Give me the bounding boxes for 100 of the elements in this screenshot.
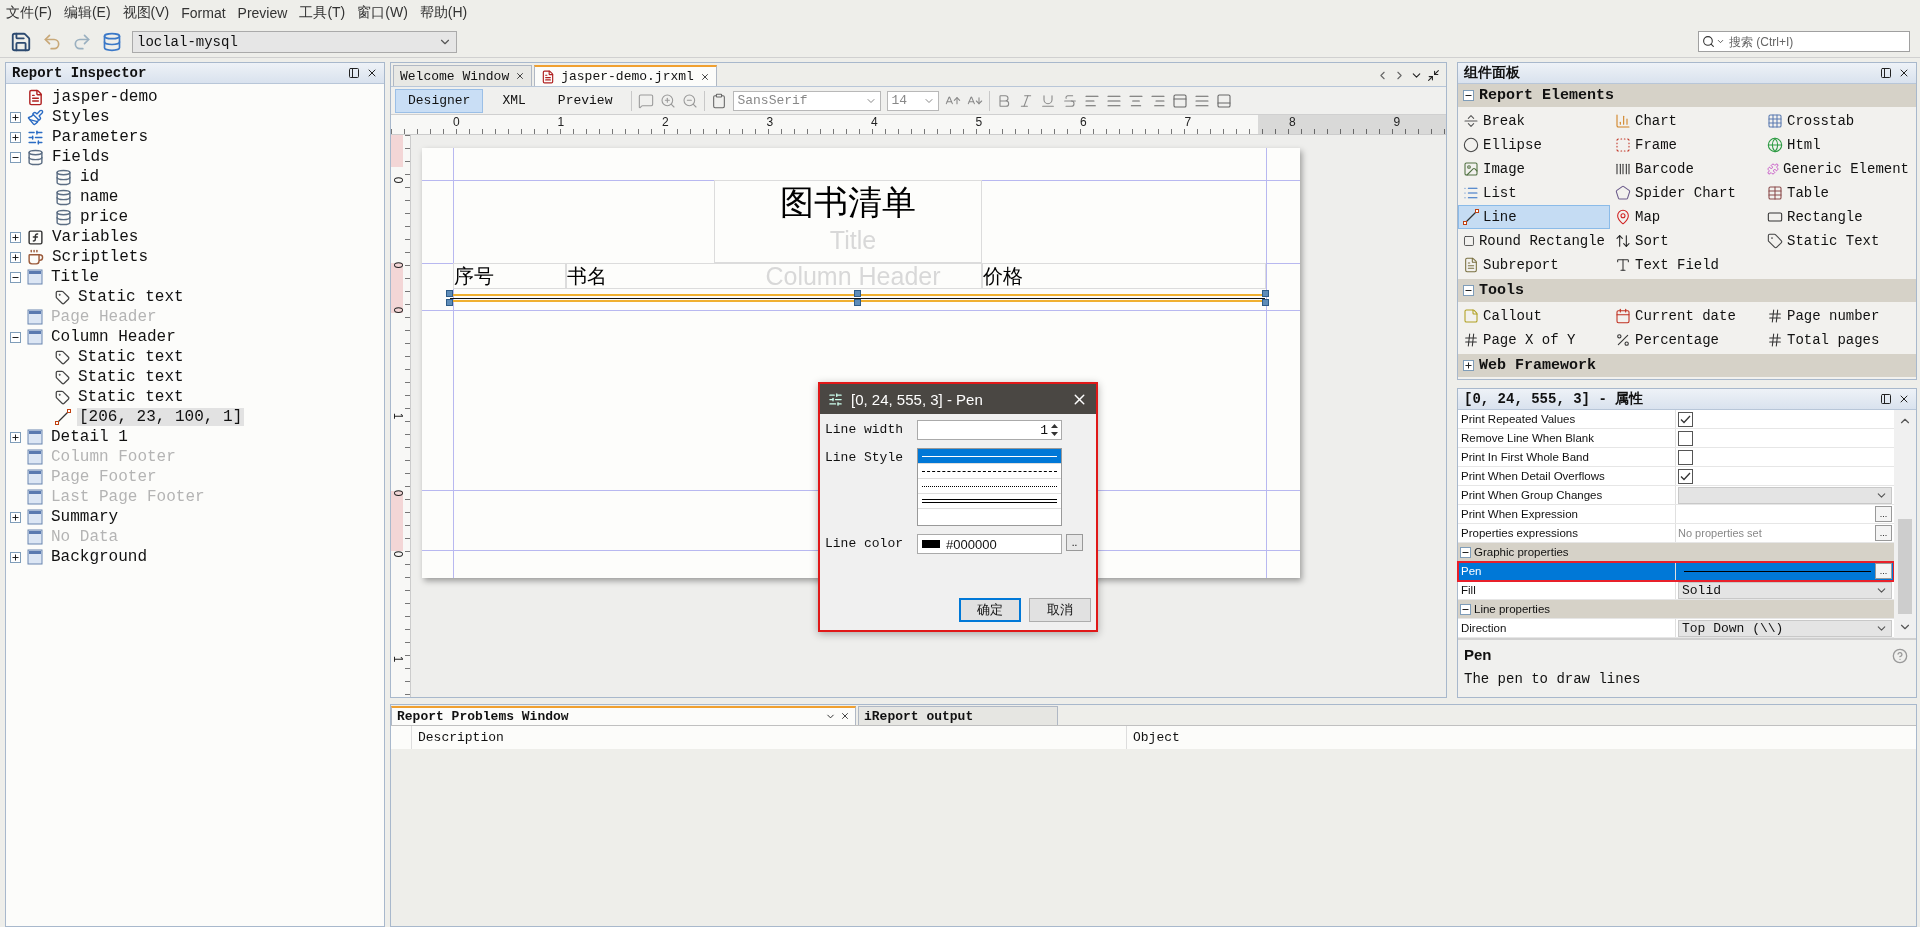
line-style-list[interactable] bbox=[917, 448, 1062, 526]
collapse-icon[interactable] bbox=[1460, 603, 1471, 615]
expand-icon[interactable] bbox=[10, 511, 21, 523]
panel-tab[interactable]: iReport output bbox=[858, 706, 1058, 725]
minimize-icon[interactable] bbox=[348, 67, 360, 79]
spinner-arrows-icon[interactable] bbox=[1050, 422, 1059, 438]
palette-item[interactable]: Generic Element bbox=[1762, 157, 1914, 181]
palette-item[interactable]: Chart bbox=[1610, 109, 1762, 133]
palette-item[interactable]: Callout bbox=[1458, 304, 1610, 328]
property-row[interactable]: Pen ... bbox=[1458, 562, 1894, 581]
collapse-icon[interactable] bbox=[10, 151, 21, 163]
palette-item[interactable]: Total pages bbox=[1762, 328, 1914, 352]
collapse-icon[interactable] bbox=[1463, 285, 1474, 296]
menu-item[interactable]: 窗口(W) bbox=[357, 4, 408, 22]
collapse-icon[interactable] bbox=[1463, 90, 1474, 101]
collapse-icon[interactable] bbox=[10, 271, 21, 283]
palette-item[interactable]: Break bbox=[1458, 109, 1610, 133]
close-icon[interactable] bbox=[515, 71, 526, 81]
checkbox[interactable] bbox=[1678, 468, 1693, 484]
palette-item[interactable]: Html bbox=[1762, 133, 1914, 157]
save-icon[interactable] bbox=[10, 30, 32, 53]
minimize-icon[interactable] bbox=[1880, 393, 1892, 405]
tree-item[interactable]: Variables bbox=[50, 228, 141, 246]
ellipsis-button[interactable]: ... bbox=[1875, 525, 1892, 541]
tree-item[interactable]: Summary bbox=[49, 508, 121, 526]
expand-icon[interactable] bbox=[10, 111, 21, 123]
tree-item[interactable]: Fields bbox=[50, 148, 112, 166]
tree-item[interactable]: Scriptlets bbox=[50, 248, 150, 266]
view-tab[interactable]: Designer bbox=[395, 88, 484, 113]
palette-item[interactable]: Current date bbox=[1610, 304, 1762, 328]
palette-item[interactable]: Page number bbox=[1762, 304, 1914, 328]
palette-item[interactable]: Sort bbox=[1610, 229, 1762, 253]
expand-icon[interactable] bbox=[1463, 360, 1474, 371]
checkbox[interactable] bbox=[1678, 449, 1693, 465]
collapse-icon[interactable] bbox=[10, 331, 21, 343]
palette-item[interactable]: Table bbox=[1762, 181, 1914, 205]
palette-item[interactable]: Barcode bbox=[1610, 157, 1762, 181]
line-color-field[interactable]: #000000 bbox=[917, 534, 1062, 554]
align-top-icon[interactable] bbox=[1172, 92, 1189, 109]
menu-item[interactable]: 文件(F) bbox=[6, 4, 52, 22]
expand-icon[interactable] bbox=[10, 251, 21, 263]
ellipsis-button[interactable]: ... bbox=[1875, 506, 1892, 522]
palette-item[interactable]: Subreport bbox=[1458, 253, 1610, 277]
tree-item[interactable]: Detail 1 bbox=[49, 428, 130, 446]
tree-item[interactable]: [206, 23, 100, 1] bbox=[77, 408, 245, 426]
palette-item[interactable]: Spider Chart bbox=[1610, 181, 1762, 205]
close-icon[interactable] bbox=[699, 71, 710, 82]
collapse-icon[interactable] bbox=[1460, 546, 1471, 558]
tree-item[interactable]: Background bbox=[49, 548, 149, 566]
tree-item[interactable]: price bbox=[78, 208, 130, 226]
chevron-down-icon[interactable] bbox=[1716, 37, 1725, 46]
section-header[interactable]: Tools bbox=[1458, 279, 1916, 302]
menu-item[interactable]: 编辑(E) bbox=[63, 4, 111, 22]
view-tab[interactable]: XML bbox=[489, 88, 539, 113]
font-dropdown[interactable]: SansSerif bbox=[733, 90, 882, 111]
view-tab[interactable]: Preview bbox=[544, 88, 626, 113]
menu-item[interactable]: 视图(V) bbox=[122, 4, 170, 22]
panel-tab[interactable]: Report Problems Window bbox=[391, 706, 856, 725]
close-icon[interactable] bbox=[1898, 393, 1910, 405]
palette-item[interactable]: Static Text bbox=[1762, 229, 1914, 253]
palette-item[interactable]: Line bbox=[1458, 205, 1610, 229]
palette-item[interactable]: Map bbox=[1610, 205, 1762, 229]
section-header[interactable]: Web Framework bbox=[1458, 354, 1916, 377]
size-dropdown[interactable]: 14 bbox=[887, 90, 940, 111]
checkbox[interactable] bbox=[1678, 430, 1693, 446]
close-icon[interactable] bbox=[366, 67, 378, 79]
menu-item[interactable]: Format bbox=[181, 5, 226, 21]
minimize-icon[interactable] bbox=[1880, 67, 1892, 79]
database-icon[interactable] bbox=[102, 31, 122, 52]
editor-tab[interactable]: Welcome Window bbox=[393, 65, 533, 86]
clipboard-icon[interactable] bbox=[711, 92, 728, 109]
palette-item[interactable]: Frame bbox=[1610, 133, 1762, 157]
palette-item[interactable]: Crosstab bbox=[1762, 109, 1914, 133]
align-bottom-icon[interactable] bbox=[1216, 92, 1233, 109]
menu-item[interactable]: 帮助(H) bbox=[419, 4, 468, 22]
close-icon[interactable] bbox=[1898, 67, 1910, 79]
tree-item[interactable]: Parameters bbox=[50, 128, 150, 146]
section-header[interactable]: Line properties bbox=[1458, 600, 1894, 618]
tree-item[interactable]: id bbox=[78, 168, 102, 186]
section-header[interactable]: Graphic properties bbox=[1458, 543, 1894, 561]
palette-item[interactable]: Page X of Y bbox=[1458, 328, 1610, 352]
expand-icon[interactable] bbox=[10, 131, 21, 143]
cancel-button[interactable]: 取消 bbox=[1029, 598, 1091, 622]
editor-tab[interactable]: jasper-demo.jrxml bbox=[534, 65, 717, 86]
menu-item[interactable]: 工具(T) bbox=[299, 4, 346, 22]
search-field[interactable]: 搜索 (Ctrl+I) bbox=[1698, 31, 1910, 52]
palette-item[interactable]: List bbox=[1458, 181, 1610, 205]
tree-item[interactable]: Column Header bbox=[49, 328, 178, 346]
search-icon[interactable] bbox=[1702, 35, 1715, 48]
tree-item[interactable]: Styles bbox=[50, 108, 112, 126]
checkbox[interactable] bbox=[1678, 411, 1693, 427]
close-icon[interactable] bbox=[840, 711, 850, 721]
expand-icon[interactable] bbox=[10, 551, 21, 563]
datasource-dropdown[interactable]: loclal-mysql bbox=[132, 30, 457, 53]
palette-item[interactable]: Ellipse bbox=[1458, 133, 1610, 157]
expand-icon[interactable] bbox=[10, 431, 21, 443]
section-header[interactable]: Report Elements bbox=[1458, 84, 1916, 107]
palette-item[interactable]: Image bbox=[1458, 157, 1610, 181]
palette-item[interactable]: Rectangle bbox=[1762, 205, 1914, 229]
dropdown[interactable]: Top Down (\\) bbox=[1678, 619, 1892, 637]
